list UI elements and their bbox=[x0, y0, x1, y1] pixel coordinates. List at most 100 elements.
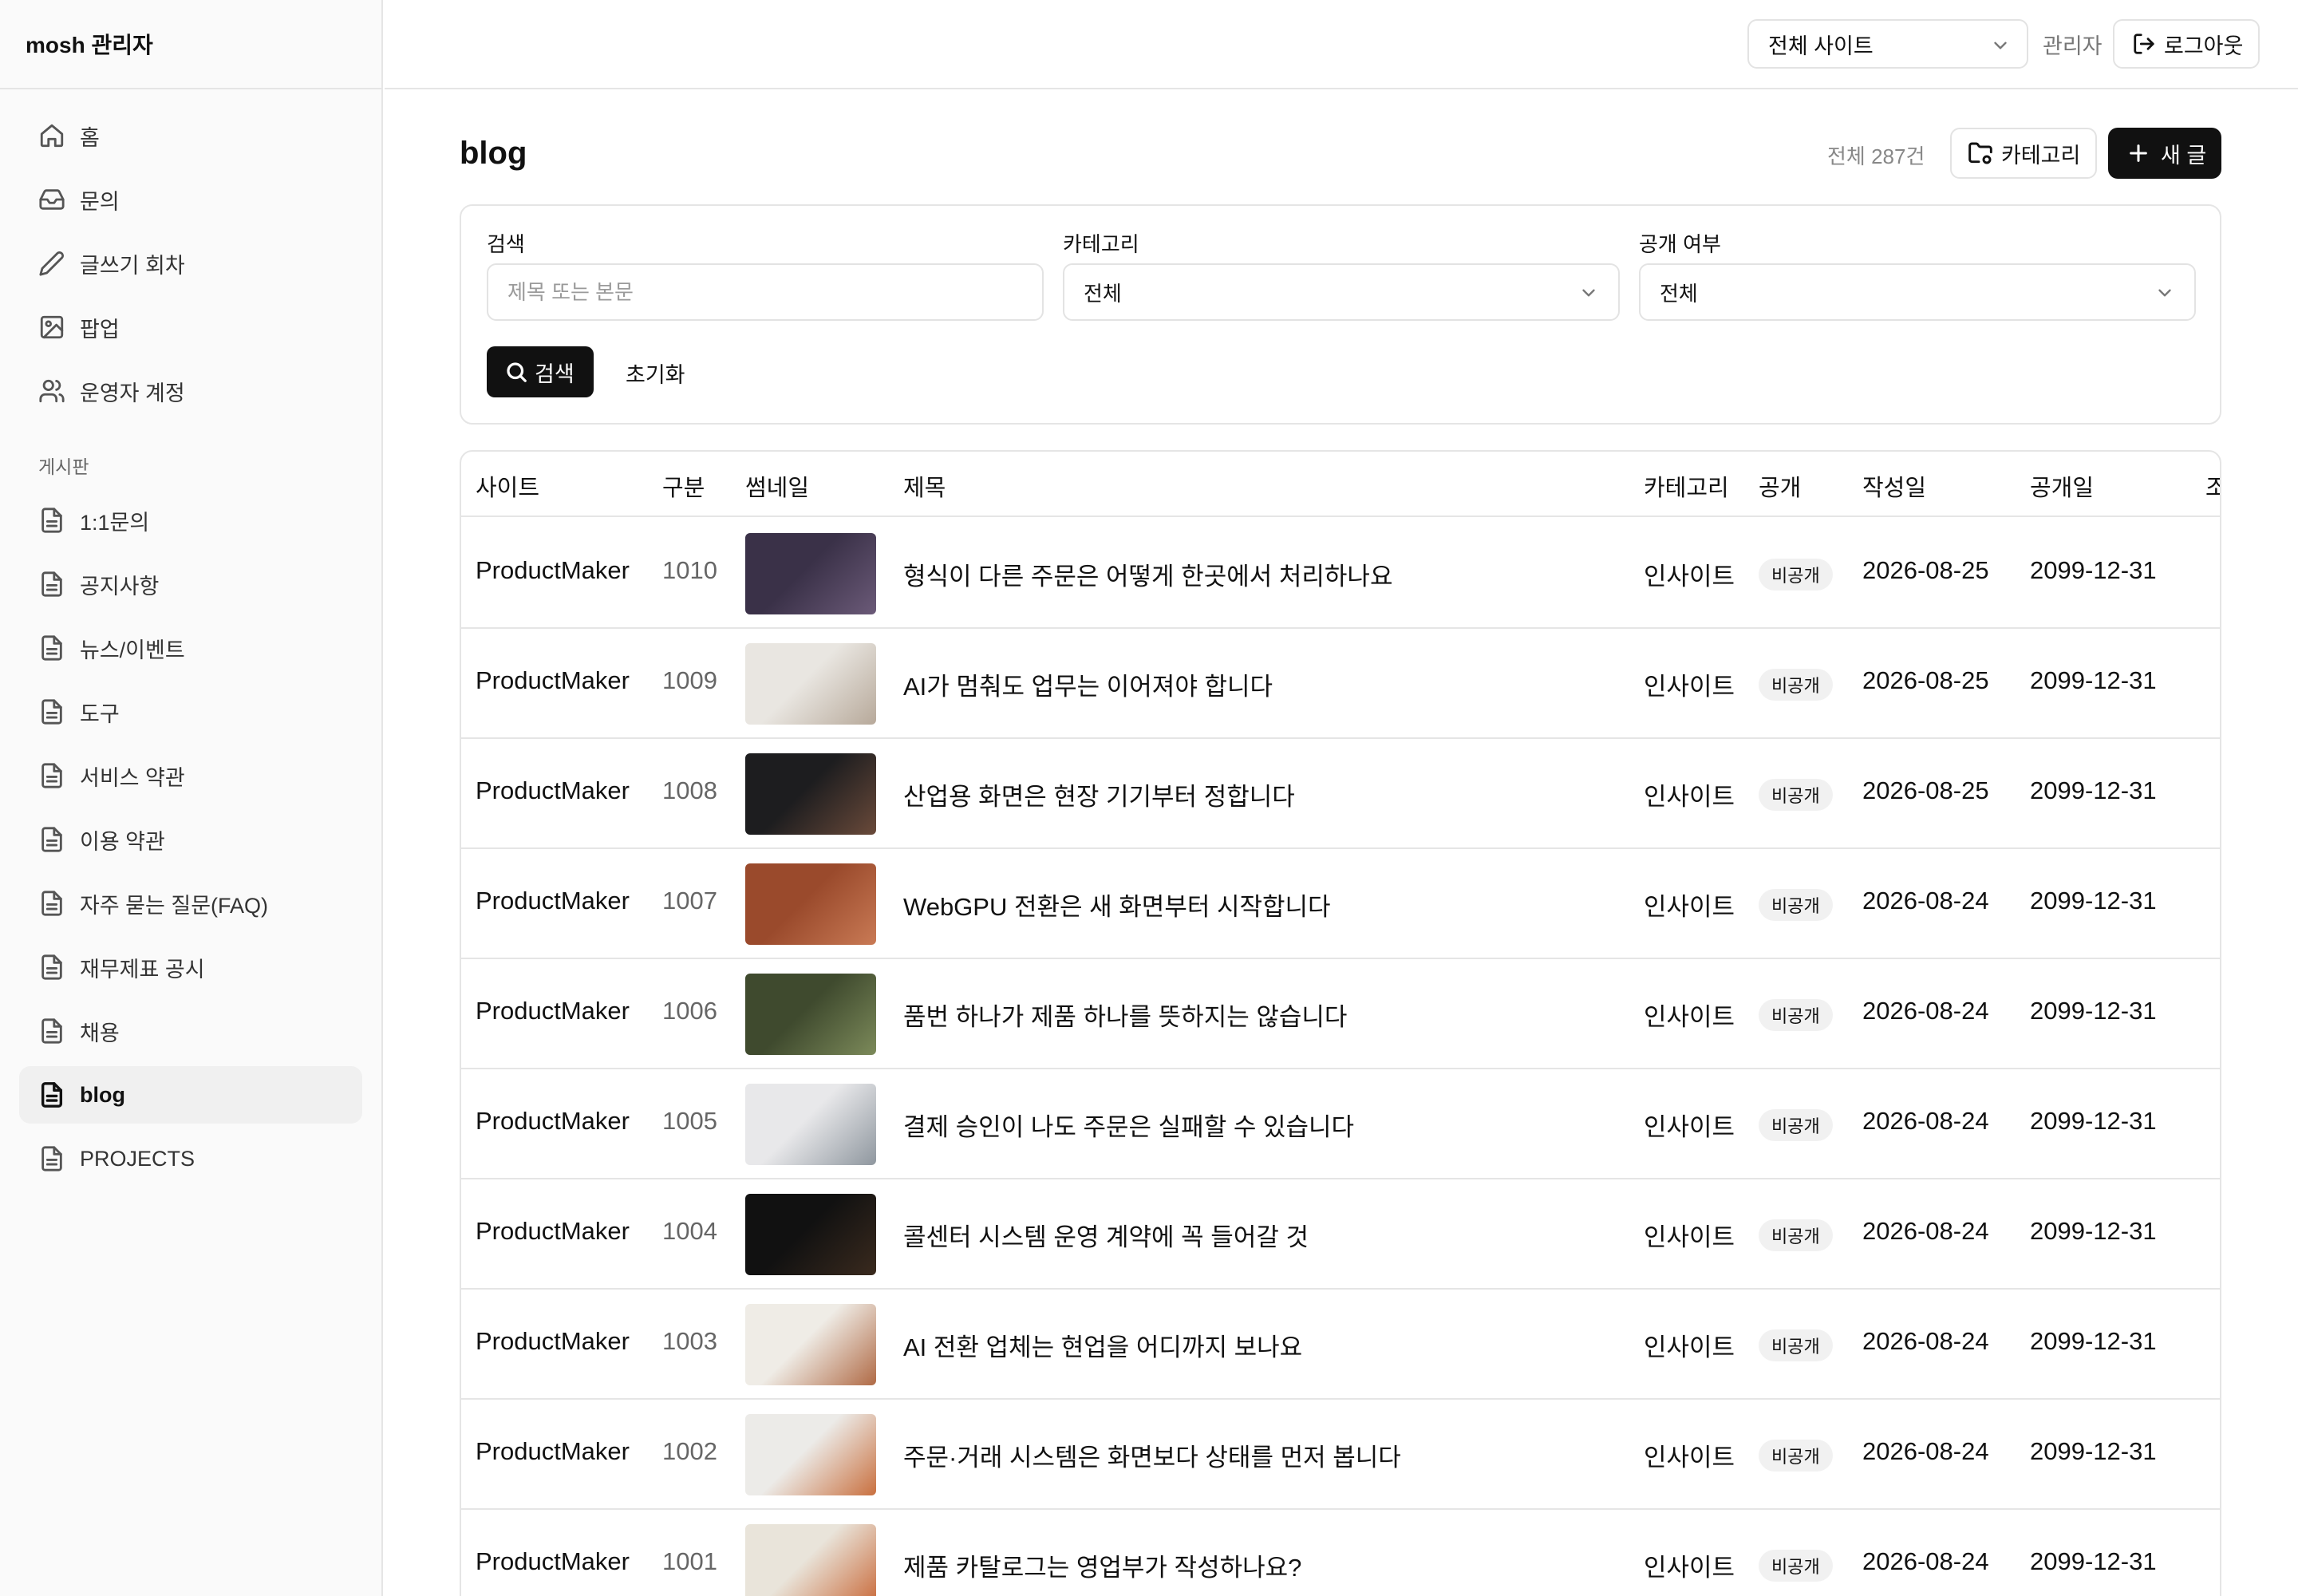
site-cell: ProductMaker bbox=[476, 1327, 630, 1355]
published-date-cell: 2099-12-31 bbox=[2030, 1547, 2157, 1575]
created-date-cell: 2026-08-25 bbox=[1862, 666, 1989, 694]
sidebar-item[interactable]: 이용 약관 bbox=[19, 811, 362, 868]
category-cell: 인사이트 bbox=[1644, 1003, 1735, 1031]
sidebar-item[interactable]: 홈 bbox=[19, 107, 362, 164]
sidebar-item-label: 글쓰기 회차 bbox=[80, 253, 185, 278]
site-cell: ProductMaker bbox=[476, 997, 630, 1025]
table-row[interactable]: ProductMaker 1001 제품 카탈로그는 영업부가 작성하나요? 인사이트… bbox=[461, 1510, 2220, 1596]
published-date-cell: 2099-12-31 bbox=[2030, 1217, 2157, 1245]
title-link[interactable]: 형식이 다른 주문은 어떻게 한곳에서 처리하나요 bbox=[903, 556, 1392, 592]
thumbnail-image[interactable] bbox=[745, 863, 876, 945]
new-post-button[interactable]: 새 글 bbox=[2108, 128, 2221, 179]
sidebar-item[interactable]: PROJECTS bbox=[19, 1130, 362, 1187]
column-header[interactable]: 카테고리 bbox=[1644, 469, 1729, 503]
search-button[interactable]: 검색 bbox=[487, 346, 594, 397]
search-input[interactable] bbox=[487, 263, 1044, 321]
category-cell: 인사이트 bbox=[1644, 783, 1735, 811]
title-link[interactable]: WebGPU 전환은 새 화면부터 시작합니다 bbox=[903, 887, 1331, 922]
sidebar-item-label: 채용 bbox=[80, 1021, 120, 1045]
sidebar-item[interactable]: 운영자 계정 bbox=[19, 362, 362, 420]
created-date-cell: 2026-08-24 bbox=[1862, 1327, 1989, 1355]
table-row[interactable]: ProductMaker 1007 WebGPU 전환은 새 화면부터 시작합니다 인… bbox=[461, 849, 2220, 959]
thumbnail-image[interactable] bbox=[745, 533, 876, 614]
site-cell: ProductMaker bbox=[476, 556, 630, 584]
site-cell: ProductMaker bbox=[476, 666, 630, 694]
thumbnail-image[interactable] bbox=[745, 753, 876, 835]
table-row[interactable]: ProductMaker 1004 콜센터 시스템 운영 계약에 꼭 들어갈 것 인사… bbox=[461, 1179, 2220, 1290]
document-icon bbox=[38, 698, 65, 725]
sidebar-item[interactable]: 재무제표 공시 bbox=[19, 938, 362, 996]
sidebar-item-label: 자주 묻는 질문(FAQ) bbox=[80, 893, 269, 918]
admin-label: 관리자 bbox=[2043, 34, 2103, 58]
sidebar-item[interactable]: 글쓰기 회차 bbox=[19, 235, 362, 292]
number-cell: 1007 bbox=[662, 887, 717, 915]
sidebar-item-label: 1:1문의 bbox=[80, 510, 150, 535]
category-cell: 인사이트 bbox=[1644, 1113, 1735, 1141]
plus-icon bbox=[2127, 142, 2161, 164]
sidebar-item-label: 재무제표 공시 bbox=[80, 957, 205, 982]
category-button[interactable]: 카테고리 bbox=[1950, 128, 2097, 179]
published-date-cell: 2099-12-31 bbox=[2030, 997, 2157, 1025]
sidebar-item-label: 도구 bbox=[80, 701, 120, 726]
title-link[interactable]: 제품 카탈로그는 영업부가 작성하나요? bbox=[903, 1547, 1301, 1583]
thumbnail-image[interactable] bbox=[745, 1304, 876, 1385]
site-select[interactable]: 전체 사이트 bbox=[1747, 19, 2028, 69]
column-header[interactable]: 공개 bbox=[1759, 469, 1801, 503]
title-link[interactable]: 산업용 화면은 현장 기기부터 정합니다 bbox=[903, 776, 1295, 812]
thumbnail-image[interactable] bbox=[745, 1414, 876, 1495]
category-button-label: 카테고리 bbox=[2001, 143, 2081, 168]
table-row[interactable]: ProductMaker 1006 품번 하나가 제품 하나를 뜻하지는 않습니다 인… bbox=[461, 959, 2220, 1069]
sidebar-item[interactable]: 도구 bbox=[19, 683, 362, 741]
sidebar-item[interactable]: 뉴스/이벤트 bbox=[19, 619, 362, 677]
sidebar-item[interactable]: blog bbox=[19, 1066, 362, 1124]
created-date-cell: 2026-08-24 bbox=[1862, 1547, 1989, 1575]
table-row[interactable]: ProductMaker 1002 주문·거래 시스템은 화면보다 상태를 먼저 봅… bbox=[461, 1400, 2220, 1510]
column-header[interactable]: 공개일 bbox=[2030, 469, 2094, 503]
column-header[interactable]: 조 bbox=[2205, 469, 2220, 503]
title-link[interactable]: 주문·거래 시스템은 화면보다 상태를 먼저 봅니다 bbox=[903, 1437, 1401, 1473]
document-icon bbox=[38, 1017, 65, 1045]
table-row[interactable]: ProductMaker 1009 AI가 멈춰도 업무는 이어져야 합니다 인사이트… bbox=[461, 629, 2220, 739]
visibility-badge: 비공개 bbox=[1759, 1219, 1833, 1251]
thumbnail-image[interactable] bbox=[745, 1524, 876, 1596]
sidebar-item[interactable]: 공지사항 bbox=[19, 555, 362, 613]
users-icon bbox=[38, 377, 65, 405]
table-row[interactable]: ProductMaker 1010 형식이 다른 주문은 어떻게 한곳에서 처리하나… bbox=[461, 519, 2220, 629]
column-header[interactable]: 사이트 bbox=[476, 469, 539, 503]
category-cell: 인사이트 bbox=[1644, 673, 1735, 701]
table-row[interactable]: ProductMaker 1005 결제 승인이 나도 주문은 실패할 수 있습니다… bbox=[461, 1069, 2220, 1179]
column-header[interactable]: 제목 bbox=[903, 469, 946, 503]
title-link[interactable]: AI 전환 업체는 현업을 어디까지 보나요 bbox=[903, 1327, 1302, 1363]
category-cell: 인사이트 bbox=[1644, 1554, 1735, 1582]
number-cell: 1002 bbox=[662, 1437, 717, 1465]
published-date-cell: 2099-12-31 bbox=[2030, 1107, 2157, 1135]
title-link[interactable]: AI가 멈춰도 업무는 이어져야 합니다 bbox=[903, 666, 1273, 702]
title-link[interactable]: 콜센터 시스템 운영 계약에 꼭 들어갈 것 bbox=[903, 1217, 1309, 1253]
table-row[interactable]: ProductMaker 1008 산업용 화면은 현장 기기부터 정합니다 인사이트… bbox=[461, 739, 2220, 849]
sidebar-item[interactable]: 서비스 약관 bbox=[19, 747, 362, 804]
sidebar-item[interactable]: 팝업 bbox=[19, 298, 362, 356]
sidebar-item[interactable]: 채용 bbox=[19, 1002, 362, 1060]
category-filter-value: 전체 bbox=[1084, 281, 1122, 306]
column-header[interactable]: 작성일 bbox=[1862, 469, 1926, 503]
sidebar-item[interactable]: 1:1문의 bbox=[19, 492, 362, 549]
table-row[interactable]: ProductMaker 1003 AI 전환 업체는 현업을 어디까지 보나요 인사… bbox=[461, 1290, 2220, 1400]
thumbnail-image[interactable] bbox=[745, 1084, 876, 1165]
title-link[interactable]: 품번 하나가 제품 하나를 뜻하지는 않습니다 bbox=[903, 997, 1347, 1033]
sidebar-item[interactable]: 문의 bbox=[19, 171, 362, 228]
site-cell: ProductMaker bbox=[476, 1217, 630, 1245]
posts-table: 사이트 구분 썸네일 제목 카테고리 공개 작성일 공개일 조 ProductM… bbox=[460, 450, 2221, 1596]
category-filter-select[interactable]: 전체 bbox=[1063, 263, 1620, 321]
thumbnail-image[interactable] bbox=[745, 974, 876, 1055]
thumbnail-image[interactable] bbox=[745, 643, 876, 725]
sidebar-item[interactable]: 자주 묻는 질문(FAQ) bbox=[19, 875, 362, 932]
title-link[interactable]: 결제 승인이 나도 주문은 실패할 수 있습니다 bbox=[903, 1107, 1354, 1143]
brand-title: mosh 관리자 bbox=[0, 0, 381, 89]
document-icon bbox=[38, 634, 65, 662]
sidebar-item-label: 홈 bbox=[80, 125, 100, 150]
reset-button[interactable]: 초기화 bbox=[626, 358, 685, 389]
logout-button[interactable]: 로그아웃 bbox=[2113, 19, 2260, 69]
column-header[interactable]: 구분 bbox=[662, 469, 705, 503]
thumbnail-image[interactable] bbox=[745, 1194, 876, 1275]
visibility-filter-select[interactable]: 전체 bbox=[1639, 263, 2196, 321]
